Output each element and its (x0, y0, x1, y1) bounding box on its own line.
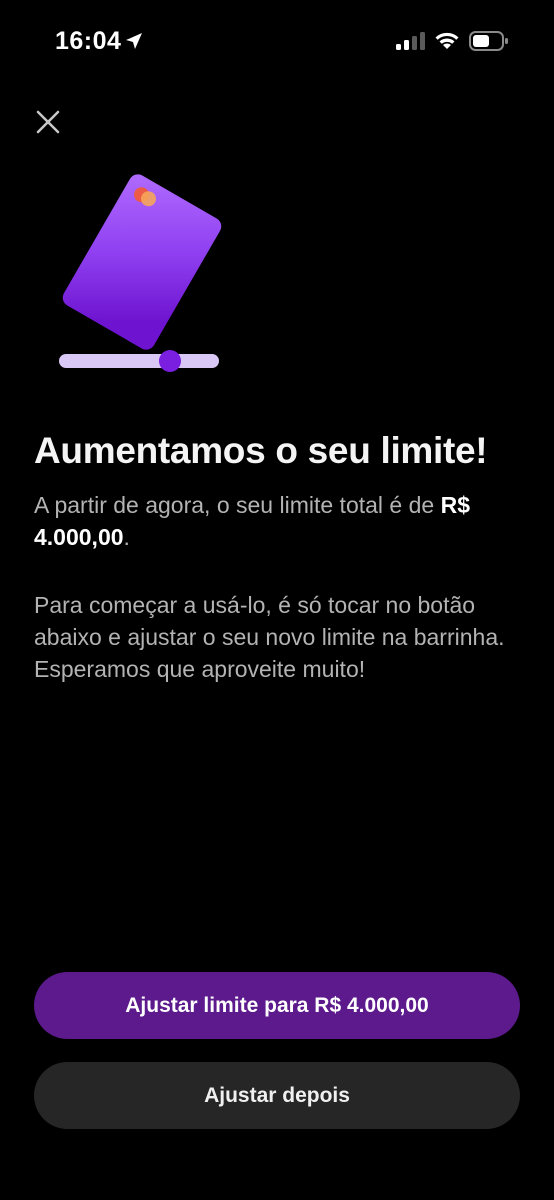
limit-description-text: A partir de agora, o seu limite total é … (34, 492, 441, 518)
location-arrow-icon (126, 33, 142, 49)
adjust-later-button[interactable]: Ajustar depois (34, 1062, 520, 1129)
close-icon (36, 110, 60, 134)
credit-card-icon (62, 174, 222, 350)
wifi-icon (435, 32, 459, 49)
limit-illustration (59, 174, 222, 372)
limit-description: A partir de agora, o seu limite total é … (34, 489, 524, 553)
screen: 16:04 Aumentamos o seu limite! A partir … (0, 0, 554, 1200)
limit-description-suffix: . (123, 524, 130, 550)
adjust-limit-button[interactable]: Ajustar limite para R$ 4.000,00 (34, 972, 520, 1039)
battery-icon (469, 31, 508, 51)
status-time: 16:04 (55, 27, 122, 55)
page-title: Aumentamos o seu limite! (34, 430, 488, 471)
cellular-signal-icon (396, 32, 425, 50)
instructions-text: Para começar a usá-lo, é só tocar no bot… (34, 592, 505, 682)
limit-slider-icon (59, 350, 219, 372)
status-bar: 16:04 (0, 0, 554, 84)
close-button[interactable] (30, 104, 66, 140)
